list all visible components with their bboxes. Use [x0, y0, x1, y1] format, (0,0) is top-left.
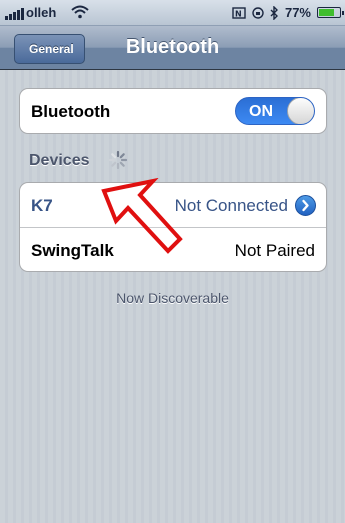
device-name: SwingTalk	[31, 241, 114, 260]
bluetooth-icon	[270, 5, 278, 20]
chevron-right-icon	[302, 199, 309, 212]
nfc-icon: N	[232, 6, 246, 19]
device-row-swingtalk[interactable]: SwingTalk Not Paired	[20, 227, 326, 271]
signal-strength-icon	[5, 8, 27, 20]
svg-text:N: N	[235, 9, 242, 18]
battery-percentage: 77%	[284, 5, 311, 20]
detail-disclosure-icon[interactable]	[295, 195, 316, 216]
device-row-k7[interactable]: K7 Not Connected	[20, 183, 326, 227]
battery-icon	[317, 7, 344, 18]
navigation-bar: Bluetooth General	[0, 26, 345, 70]
device-status: Not Connected	[174, 196, 288, 215]
bluetooth-toggle-group: Bluetooth ON	[19, 88, 327, 134]
devices-list: K7 Not Connected SwingTalk Not Paired	[19, 182, 327, 272]
devices-section-header: Devices	[29, 152, 90, 169]
bluetooth-label: Bluetooth	[31, 102, 111, 121]
bluetooth-toggle-switch[interactable]: ON	[235, 97, 315, 125]
carrier-name: olleh	[26, 5, 57, 20]
device-name: K7	[31, 196, 53, 215]
toggle-state-label: ON	[249, 103, 273, 120]
wifi-icon	[71, 5, 89, 19]
discoverable-status: Now Discoverable	[116, 290, 229, 306]
bluetooth-toggle-row: Bluetooth ON	[20, 89, 326, 133]
battery-fill	[319, 9, 335, 16]
lock-rotation-icon	[252, 6, 264, 19]
toggle-knob	[287, 98, 314, 124]
activity-spinner-icon	[108, 150, 128, 170]
device-status: Not Paired	[234, 241, 315, 260]
back-button[interactable]: General	[14, 34, 85, 64]
status-bar: olleh N 77%	[0, 0, 345, 26]
